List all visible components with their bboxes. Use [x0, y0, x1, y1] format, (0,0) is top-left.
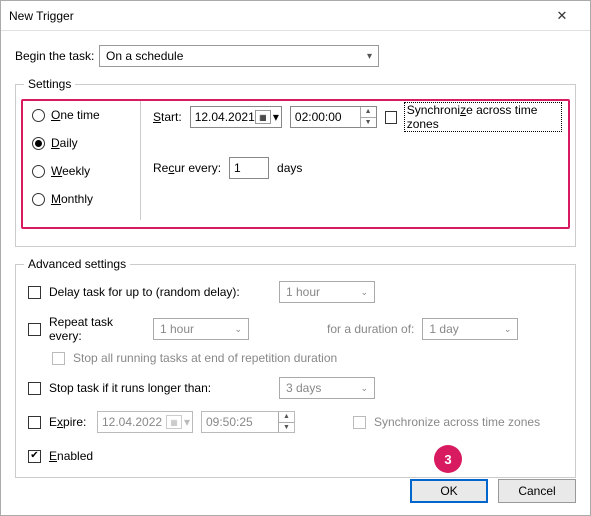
- chevron-down-icon: ▾: [182, 415, 192, 429]
- start-label: Start:: [153, 110, 182, 124]
- expire-sync-label: Synchronize across time zones: [374, 415, 540, 429]
- chevron-down-icon: ▾: [271, 110, 281, 124]
- expire-date-input: 12.04.2022 ▦ ▾: [97, 411, 193, 433]
- calendar-icon: ▦: [166, 415, 182, 429]
- begin-task-label: Begin the task:: [15, 49, 99, 63]
- close-icon: ✕: [557, 8, 568, 24]
- sync-timezones-checkbox[interactable]: [385, 111, 397, 124]
- advanced-legend: Advanced settings: [24, 257, 130, 271]
- expire-sync-checkbox: [353, 416, 366, 429]
- begin-task-select[interactable]: On a schedule ▾: [99, 45, 379, 67]
- delay-checkbox[interactable]: [28, 286, 41, 299]
- time-spinner: ▲ ▼: [278, 412, 294, 432]
- stop-longer-select[interactable]: 3 days ⌄: [279, 377, 375, 399]
- radio-icon: [32, 109, 45, 122]
- sync-timezones-label: Synchronize across time zones: [405, 103, 561, 131]
- radio-weekly[interactable]: Weekly: [32, 164, 134, 178]
- ok-button[interactable]: OK: [410, 479, 488, 503]
- enabled-label: Enabled: [49, 449, 93, 463]
- recur-value-input[interactable]: 1: [229, 157, 269, 179]
- expire-date-value: 12.04.2022: [102, 415, 162, 429]
- repeat-checkbox[interactable]: [28, 323, 41, 336]
- cancel-button[interactable]: Cancel: [498, 479, 576, 503]
- stop-longer-checkbox[interactable]: [28, 382, 41, 395]
- recur-every-label: Recur every:: [153, 161, 221, 175]
- radio-icon: [32, 137, 45, 150]
- expire-label: Expire:: [49, 415, 89, 429]
- settings-legend: Settings: [24, 77, 75, 91]
- enabled-checkbox[interactable]: ✔: [28, 450, 41, 463]
- calendar-icon: ▦: [255, 110, 271, 124]
- start-date-value: 12.04.2021: [195, 110, 255, 124]
- delay-value-select[interactable]: 1 hour ⌄: [279, 281, 375, 303]
- stop-longer-label: Stop task if it runs longer than:: [49, 381, 271, 395]
- chevron-down-icon: ▾: [367, 51, 372, 62]
- window-title: New Trigger: [9, 9, 74, 23]
- expire-checkbox[interactable]: [28, 416, 41, 429]
- schedule-type-radios: One time Daily Weekly Monthly: [26, 101, 134, 220]
- expire-time-input: 09:50:25 ▲ ▼: [201, 411, 295, 433]
- recur-unit: days: [277, 161, 302, 175]
- stop-longer-value: 3 days: [286, 381, 321, 395]
- chevron-down-icon: ⌄: [504, 324, 512, 335]
- chevron-down-icon: ⌄: [234, 324, 242, 335]
- delay-label: Delay task for up to (random delay):: [49, 285, 271, 299]
- radio-daily[interactable]: Daily: [32, 136, 134, 150]
- radio-one-time[interactable]: One time: [32, 108, 134, 122]
- divider: [140, 101, 141, 220]
- annotation-badge: 3: [434, 445, 462, 473]
- radio-monthly[interactable]: Monthly: [32, 192, 134, 206]
- radio-icon: [32, 165, 45, 178]
- start-date-input[interactable]: 12.04.2021 ▦ ▾: [190, 106, 282, 128]
- time-spinner[interactable]: ▲ ▼: [360, 107, 376, 127]
- stop-repetition-checkbox: [52, 352, 65, 365]
- begin-task-value: On a schedule: [106, 49, 183, 63]
- start-time-input[interactable]: 02:00:00 ▲ ▼: [290, 106, 377, 128]
- stop-repetition-label: Stop all running tasks at end of repetit…: [73, 351, 337, 365]
- chevron-down-icon: ▼: [361, 118, 376, 128]
- settings-group: Settings One time Daily Weekly: [15, 77, 576, 247]
- chevron-up-icon: ▲: [361, 107, 376, 118]
- duration-label: for a duration of:: [327, 322, 414, 336]
- advanced-settings-group: Advanced settings Delay task for up to (…: [15, 257, 576, 478]
- new-trigger-dialog: New Trigger ✕ Begin the task: On a sched…: [0, 0, 591, 516]
- repeat-value: 1 hour: [160, 322, 194, 336]
- expire-time-value: 09:50:25: [206, 415, 253, 429]
- titlebar: New Trigger ✕: [1, 1, 590, 31]
- chevron-up-icon: ▲: [279, 412, 294, 423]
- recur-value: 1: [234, 161, 241, 175]
- start-time-value: 02:00:00: [295, 110, 342, 124]
- radio-icon: [32, 193, 45, 206]
- chevron-down-icon: ⌄: [360, 287, 368, 298]
- repeat-value-select[interactable]: 1 hour ⌄: [153, 318, 249, 340]
- close-button[interactable]: ✕: [542, 2, 582, 30]
- chevron-down-icon: ▼: [279, 423, 294, 433]
- repeat-label: Repeat task every:: [49, 315, 145, 343]
- duration-value-select[interactable]: 1 day ⌄: [422, 318, 518, 340]
- duration-value: 1 day: [429, 322, 458, 336]
- delay-value: 1 hour: [286, 285, 320, 299]
- chevron-down-icon: ⌄: [360, 383, 368, 394]
